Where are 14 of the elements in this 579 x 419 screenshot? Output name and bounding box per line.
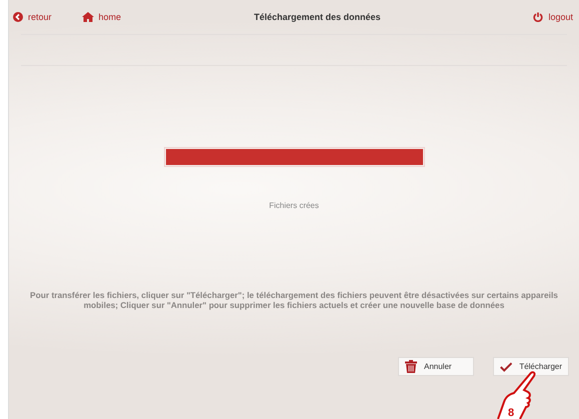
home-link[interactable]: home xyxy=(82,12,122,22)
download-button[interactable]: Télécharger xyxy=(493,357,569,376)
status-text: Fichiers crées xyxy=(268,201,320,210)
logout-link[interactable]: logout xyxy=(533,12,573,22)
instructions-text: Pour transférer les fichiers, cliquer sur "Télécharger"; le téléchargement des fichiers peuvent être désactivées sur certains appareils mobiles; Cliquer sur "Annuler" pour supprimer les fichiers actuels et créer une nouvelle base de données xyxy=(29,290,559,310)
power-icon xyxy=(533,12,544,22)
trash-icon xyxy=(405,360,417,373)
checkmark-icon xyxy=(500,360,512,372)
home-icon xyxy=(82,12,94,22)
step-number: 8 xyxy=(508,407,514,419)
back-arrow-icon xyxy=(13,12,23,22)
cancel-button[interactable]: Annuler xyxy=(398,357,474,376)
page-title: Téléchargement des données xyxy=(252,12,382,22)
back-link[interactable]: retour xyxy=(13,12,52,22)
